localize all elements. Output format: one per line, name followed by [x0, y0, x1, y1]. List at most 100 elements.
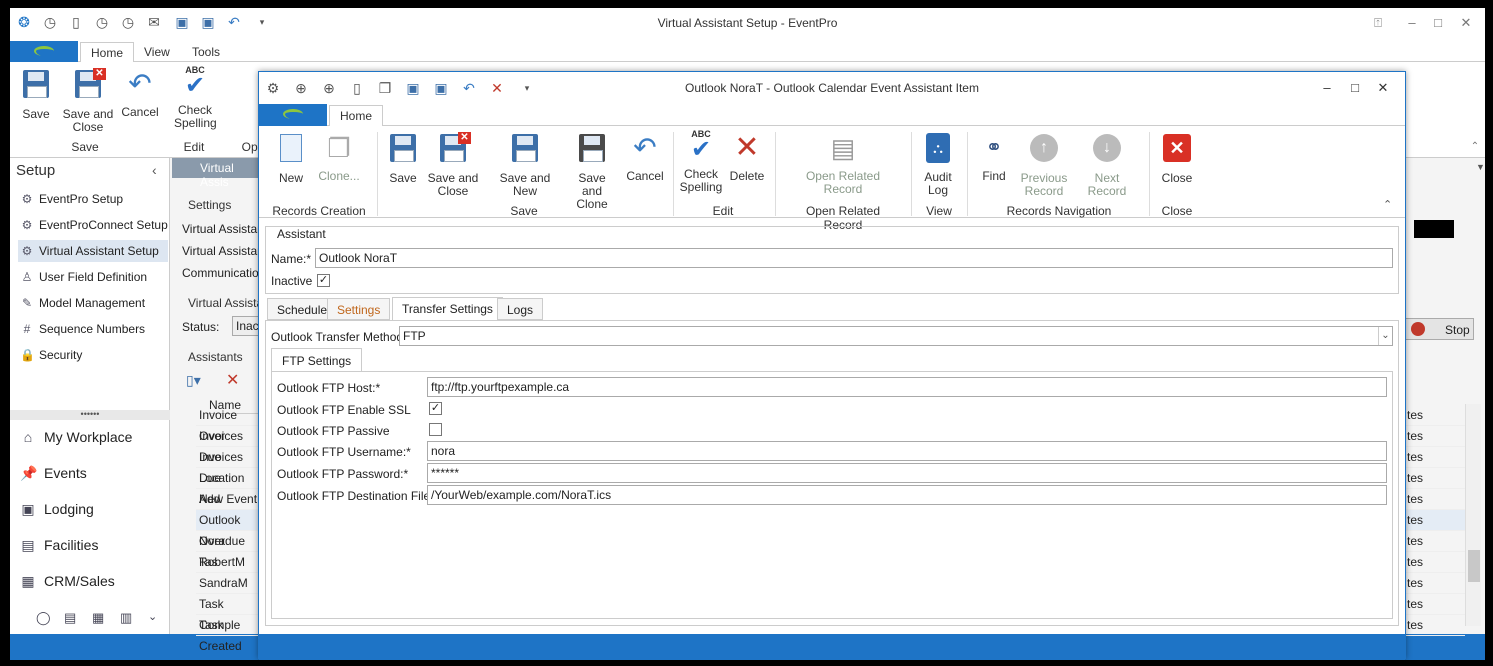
table-row[interactable]: RobertM — [196, 552, 258, 573]
app-menu-button[interactable] — [259, 104, 327, 126]
transfer-method-select[interactable]: FTP — [399, 326, 1393, 346]
table-row[interactable]: New Event E — [196, 489, 258, 527]
stop-button[interactable]: Stop — [1404, 318, 1474, 340]
nav-my-workplace[interactable]: ⌂ My Workplace — [20, 426, 133, 448]
table-row[interactable]: Invoice Over — [196, 405, 258, 443]
tab-logs[interactable]: Logs — [497, 298, 544, 320]
ftp-ssl-checkbox[interactable]: ✓ — [429, 402, 442, 415]
inactive-checkbox[interactable]: ✓ — [317, 274, 330, 287]
restore-ribbon-icon[interactable]: ⍐ — [1368, 14, 1388, 32]
minimize-icon[interactable]: – — [1402, 14, 1422, 32]
name-field[interactable]: Outlook NoraT — [315, 248, 1393, 268]
sidebar-item-security[interactable]: 🔒 Security — [18, 344, 168, 366]
ftp-passive-label: Outlook FTP Passive — [277, 424, 390, 438]
ftp-host-field[interactable]: ftp://ftp.yourftpexample.ca — [427, 377, 1387, 397]
previous-record-button[interactable]: ↑ Previous Record — [1019, 132, 1069, 198]
group-separator — [775, 132, 776, 216]
table-row[interactable]: Invoices Due — [196, 426, 258, 464]
scrollbar-thumb[interactable] — [1468, 550, 1480, 582]
save-close-button[interactable]: ✕ Save and Close — [427, 132, 479, 198]
undo-icon: ↶ — [128, 68, 152, 99]
collapse-sidebar-icon[interactable]: ‹ — [152, 162, 157, 178]
collapse-ribbon-icon[interactable]: ⌃ — [1383, 198, 1392, 211]
close-button[interactable]: ✕ Close — [1157, 132, 1197, 185]
tab-view[interactable]: View — [134, 42, 180, 62]
cancel-button[interactable]: ↶ Cancel — [120, 68, 160, 119]
ftp-username-field[interactable]: nora — [427, 441, 1387, 461]
dialog-ribbon: New ❐ Clone... Save ✕ Save and Close Sav… — [259, 126, 1405, 232]
save-button[interactable]: Save — [385, 132, 421, 185]
sidebar-item-user-field-definition[interactable]: ♙ User Field Definition — [18, 266, 168, 288]
next-record-button[interactable]: ↓ Next Record — [1075, 132, 1139, 198]
grid-scrollbar[interactable] — [1465, 404, 1481, 626]
maximize-icon[interactable]: □ — [1428, 14, 1448, 32]
table-row[interactable]: Task Created — [196, 615, 258, 653]
tab-virtual-assistant[interactable]: Virtual Assis — [172, 158, 262, 189]
sidebar-item-model-management[interactable]: ✎ Model Management — [18, 292, 168, 314]
ftp-password-label: Outlook FTP Password:* — [277, 467, 409, 481]
table-row[interactable]: Outlook Nora — [196, 510, 258, 548]
collapse-ribbon-icon[interactable]: ⌃ — [1465, 138, 1485, 156]
new-record-icon[interactable]: ▯▾ — [186, 372, 201, 389]
minimize-icon[interactable]: – — [1317, 79, 1337, 97]
tab-home[interactable]: Home — [80, 42, 135, 62]
table-row[interactable]: SandraM — [196, 573, 258, 594]
table-row[interactable]: Location Add — [196, 468, 258, 506]
clone-icon: ❐ — [327, 133, 351, 163]
model-icon: ✎ — [21, 296, 33, 310]
save-clone-button[interactable]: Save and Clone — [567, 132, 617, 211]
table-row[interactable]: Invoices Due — [196, 447, 258, 485]
nav-facilities[interactable]: ▤ Facilities — [20, 534, 98, 556]
sidebar-item-eventproconnect-setup[interactable]: ⚙ EventProConnect Setup — [18, 214, 168, 236]
cancel-button[interactable]: ↶ Cancel — [625, 132, 665, 183]
transfer-method-label: Outlook Transfer Method: — [271, 330, 407, 344]
close-icon[interactable]: ✕ — [1456, 14, 1476, 32]
check-spelling-button[interactable]: ABC ✔ Check Spelling — [174, 66, 217, 130]
tab-settings[interactable]: Settings — [327, 298, 391, 320]
table-cell: tes — [1405, 552, 1465, 573]
delete-button[interactable]: ✕ Delete — [729, 132, 765, 183]
clipboard-icon[interactable]: ▤ — [64, 610, 76, 626]
stop-icon — [1411, 322, 1425, 336]
check-spelling-button[interactable]: ABC ✔ Check Spelling — [679, 130, 723, 194]
audit-log-button[interactable]: ⛬ Audit Log — [921, 132, 955, 197]
group-separator — [911, 132, 912, 216]
ftp-passive-checkbox[interactable] — [429, 423, 442, 436]
save-button[interactable]: Save — [18, 68, 54, 121]
calculator-icon[interactable]: ▦ — [92, 610, 104, 626]
dark-field[interactable] — [1414, 220, 1454, 238]
table-row[interactable]: Task Comple — [196, 594, 258, 632]
ftp-password-field[interactable]: ****** — [427, 463, 1387, 483]
chevron-down-icon[interactable]: ⌄ — [148, 610, 157, 623]
nav-lodging[interactable]: ▣ Lodging — [20, 498, 93, 520]
tab-home[interactable]: Home — [329, 105, 384, 126]
app-menu-button[interactable] — [10, 41, 78, 62]
sidebar-item-eventpro-setup[interactable]: ⚙ EventPro Setup — [18, 188, 168, 210]
nav-events[interactable]: 📌 Events — [20, 462, 87, 484]
sidebar-splitter[interactable]: •••••• — [10, 410, 170, 420]
chevron-down-icon[interactable]: ⌄ — [1378, 327, 1392, 345]
delete-icon[interactable]: ✕ — [226, 370, 239, 390]
sidebar-item-virtual-assistant-setup[interactable]: ⚙ Virtual Assistant Setup — [18, 240, 168, 262]
save-label: Save — [22, 107, 50, 121]
close-icon[interactable]: ✕ — [1373, 79, 1393, 97]
save-icon — [20, 70, 52, 102]
tab-dropdown-icon[interactable]: ▼ — [1476, 162, 1485, 172]
ftp-destination-field[interactable]: /YourWeb/example.com/NoraT.ics — [427, 485, 1387, 505]
tab-ftp-settings[interactable]: FTP Settings — [271, 348, 363, 372]
open-related-record-button[interactable]: ▤ Open Related Record — [801, 132, 885, 196]
new-button[interactable]: New — [275, 132, 307, 185]
save-close-button[interactable]: ✕ Save and Close — [62, 68, 114, 134]
clone-button[interactable]: ❐ Clone... — [317, 132, 361, 183]
find-button[interactable]: ⚭ Find — [977, 132, 1011, 183]
tab-transfer-settings[interactable]: Transfer Settings — [392, 297, 503, 321]
sidebar-item-sequence-numbers[interactable]: # Sequence Numbers — [18, 318, 168, 340]
notes-icon[interactable]: ▥ — [120, 610, 132, 626]
tab-tools[interactable]: Tools — [182, 42, 230, 62]
maximize-icon[interactable]: □ — [1345, 79, 1365, 97]
save-new-button[interactable]: Save and New — [487, 132, 563, 198]
table-row[interactable]: Overdue Tas — [196, 531, 258, 569]
chat-icon[interactable]: ◯ — [36, 610, 51, 626]
nav-crm-sales[interactable]: ▦ CRM/Sales — [20, 570, 114, 592]
group-view-label: View — [926, 204, 952, 218]
